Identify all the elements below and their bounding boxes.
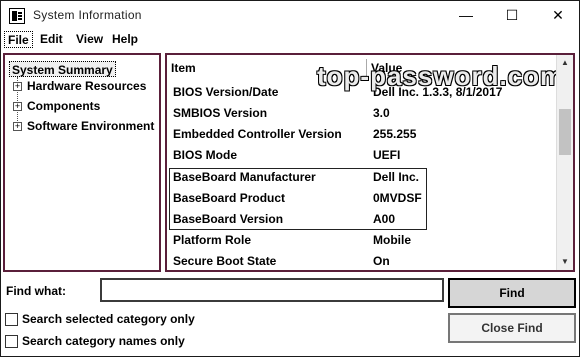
find-button[interactable]: Find [448,278,576,308]
vertical-scrollbar[interactable]: ▲ ▼ [556,55,573,270]
menu-help[interactable]: Help [109,31,141,48]
expand-icon[interactable]: + [13,82,22,91]
scroll-up-arrow-icon[interactable]: ▲ [557,55,573,71]
title-bar: System Information — ☐ ✕ [0,0,580,30]
row-value: On [373,254,390,268]
row-item: Platform Role [173,233,252,247]
menu-view[interactable]: View [73,31,106,48]
maximize-button[interactable]: ☐ [489,1,535,30]
tree-item-hardware-resources[interactable]: Hardware Resources [27,78,146,94]
row-value: UEFI [373,148,401,162]
window-title: System Information [33,8,142,22]
minimize-button[interactable]: — [443,1,489,30]
scroll-thumb[interactable] [559,109,571,155]
search-category-names-label[interactable]: Search category names only [22,334,185,349]
find-what-input[interactable] [100,278,444,302]
row-item: Embedded Controller Version [173,127,342,141]
row-item: SMBIOS Version [173,106,268,120]
table-row[interactable]: SMBIOS Version 3.0 [167,103,557,124]
close-find-button[interactable]: Close Find [448,313,576,343]
row-item: BIOS Mode [173,148,238,162]
row-value: Mobile [373,233,411,247]
find-what-label: Find what: [6,284,66,298]
row-value: 3.0 [373,106,390,120]
tree-item-software-environment[interactable]: Software Environment [27,118,154,134]
watermark-text: top-password.com [317,61,565,91]
tree-item-system-summary[interactable]: System Summary [9,61,116,77]
search-selected-category-checkbox[interactable] [5,313,18,326]
search-selected-category-label[interactable]: Search selected category only [22,312,195,327]
baseboard-highlight-box [169,168,427,230]
menu-edit[interactable]: Edit [37,31,66,48]
close-button[interactable]: ✕ [535,1,580,30]
tree-item-components[interactable]: Components [27,98,100,114]
system-information-icon [9,8,25,24]
table-row[interactable]: Platform Role Mobile [167,230,557,251]
scroll-down-arrow-icon[interactable]: ▼ [557,254,573,270]
menu-bar: File Edit View Help [0,30,580,49]
row-value: 255.255 [373,127,417,141]
expand-icon[interactable]: + [13,102,22,111]
menu-file[interactable]: File [4,31,33,48]
table-row[interactable]: Embedded Controller Version 255.255 [167,124,557,145]
details-list[interactable]: Item Value BIOS Version/Date Dell Inc. 1… [165,53,575,272]
category-tree[interactable]: System Summary + Hardware Resources + Co… [3,53,161,272]
search-category-names-checkbox[interactable] [5,335,18,348]
row-item: Secure Boot State [173,254,277,268]
table-row[interactable]: Secure Boot State On [167,251,557,270]
expand-icon[interactable]: + [13,122,22,131]
table-row[interactable]: BIOS Mode UEFI [167,145,557,166]
